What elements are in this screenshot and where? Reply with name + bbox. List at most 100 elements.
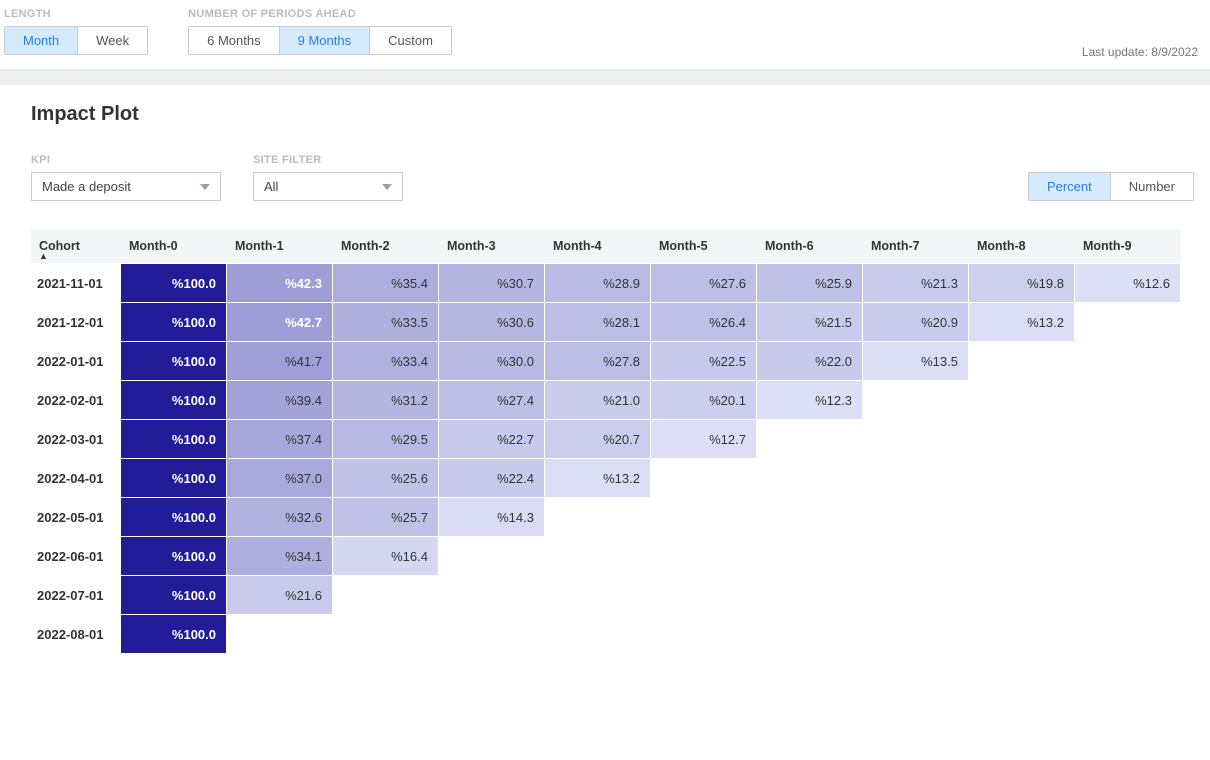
heatmap-cell: %14.3 xyxy=(439,498,545,537)
empty-cell xyxy=(969,459,1075,498)
heatmap-cell: %12.3 xyxy=(757,381,863,420)
page-title: Impact Plot xyxy=(31,103,1202,126)
heatmap-cell: %39.4 xyxy=(227,381,333,420)
empty-cell xyxy=(1075,420,1181,459)
empty-cell xyxy=(969,420,1075,459)
heatmap-cell: %13.2 xyxy=(969,303,1075,342)
empty-cell xyxy=(969,381,1075,420)
kpi-label: KPI xyxy=(31,154,221,166)
heatmap-cell: %20.1 xyxy=(651,381,757,420)
periods-label: NUMBER OF PERIODS AHEAD xyxy=(188,8,452,20)
cohort-cell: 2022-02-01 xyxy=(31,381,121,420)
heatmap-cell: %22.7 xyxy=(439,420,545,459)
heatmap-header-row: Cohort▲Month-0Month-1Month-2Month-3Month… xyxy=(31,229,1181,264)
empty-cell xyxy=(651,498,757,537)
length-label: LENGTH xyxy=(4,8,148,20)
length-option[interactable]: Month xyxy=(5,27,78,54)
column-header[interactable]: Month-0 xyxy=(121,229,227,264)
empty-cell xyxy=(863,420,969,459)
cohort-cell: 2022-01-01 xyxy=(31,342,121,381)
empty-cell xyxy=(1075,381,1181,420)
divider-strip xyxy=(0,71,1210,85)
length-segmented: MonthWeek xyxy=(4,26,148,55)
view-option[interactable]: Percent xyxy=(1029,173,1111,200)
heatmap-cell: %13.2 xyxy=(545,459,651,498)
empty-cell xyxy=(863,498,969,537)
empty-cell xyxy=(651,459,757,498)
periods-option[interactable]: 6 Months xyxy=(189,27,279,54)
heatmap-cell: %20.7 xyxy=(545,420,651,459)
site-filter: SITE FILTER All xyxy=(253,154,403,201)
heatmap-cell: %27.8 xyxy=(545,342,651,381)
empty-cell xyxy=(863,615,969,654)
heatmap-cell: %41.7 xyxy=(227,342,333,381)
empty-cell xyxy=(651,615,757,654)
table-row: 2022-07-01%100.0%21.6 xyxy=(31,576,1181,615)
kpi-dropdown[interactable]: Made a deposit xyxy=(31,172,221,201)
periods-option[interactable]: Custom xyxy=(370,27,451,54)
view-segmented: PercentNumber xyxy=(1028,172,1194,201)
periods-group: NUMBER OF PERIODS AHEAD 6 Months9 Months… xyxy=(188,8,452,55)
heatmap-cell: %100.0 xyxy=(121,498,227,537)
heatmap-cell: %30.0 xyxy=(439,342,545,381)
heatmap-cell: %21.0 xyxy=(545,381,651,420)
heatmap-cell: %34.1 xyxy=(227,537,333,576)
heatmap-cell: %100.0 xyxy=(121,576,227,615)
heatmap-cell: %35.4 xyxy=(333,264,439,303)
heatmap-cell: %28.1 xyxy=(545,303,651,342)
empty-cell xyxy=(969,342,1075,381)
empty-cell xyxy=(333,615,439,654)
cohort-cell: 2022-07-01 xyxy=(31,576,121,615)
cohort-header[interactable]: Cohort▲ xyxy=(31,229,121,264)
empty-cell xyxy=(227,615,333,654)
heatmap-cell: %16.4 xyxy=(333,537,439,576)
table-row: 2022-03-01%100.0%37.4%29.5%22.7%20.7%12.… xyxy=(31,420,1181,459)
length-option[interactable]: Week xyxy=(78,27,147,54)
heatmap-cell: %37.0 xyxy=(227,459,333,498)
heatmap-cell: %31.2 xyxy=(333,381,439,420)
heatmap-cell: %28.9 xyxy=(545,264,651,303)
column-header[interactable]: Month-7 xyxy=(863,229,969,264)
empty-cell xyxy=(1075,615,1181,654)
heatmap-cell: %100.0 xyxy=(121,381,227,420)
empty-cell xyxy=(757,615,863,654)
column-header[interactable]: Month-8 xyxy=(969,229,1075,264)
heatmap-cell: %21.6 xyxy=(227,576,333,615)
cohort-cell: 2022-05-01 xyxy=(31,498,121,537)
cohort-cell: 2022-04-01 xyxy=(31,459,121,498)
empty-cell xyxy=(757,537,863,576)
heatmap-cell: %22.5 xyxy=(651,342,757,381)
cohort-cell: 2021-11-01 xyxy=(31,264,121,304)
heatmap-cell: %21.5 xyxy=(757,303,863,342)
heatmap-cell: %25.6 xyxy=(333,459,439,498)
column-header[interactable]: Month-1 xyxy=(227,229,333,264)
empty-cell xyxy=(439,615,545,654)
kpi-value: Made a deposit xyxy=(42,179,131,194)
heatmap-cell: %12.6 xyxy=(1075,264,1181,303)
column-header[interactable]: Month-9 xyxy=(1075,229,1181,264)
heatmap-cell: %33.4 xyxy=(333,342,439,381)
view-option[interactable]: Number xyxy=(1111,173,1193,200)
empty-cell xyxy=(1075,537,1181,576)
empty-cell xyxy=(969,498,1075,537)
periods-option[interactable]: 9 Months xyxy=(280,27,370,54)
empty-cell xyxy=(439,576,545,615)
empty-cell xyxy=(969,615,1075,654)
site-dropdown[interactable]: All xyxy=(253,172,403,201)
empty-cell xyxy=(545,498,651,537)
column-header[interactable]: Month-3 xyxy=(439,229,545,264)
filters-row: KPI Made a deposit SITE FILTER All Perce… xyxy=(31,154,1202,201)
empty-cell xyxy=(863,459,969,498)
empty-cell xyxy=(757,459,863,498)
empty-cell xyxy=(545,576,651,615)
column-header[interactable]: Month-5 xyxy=(651,229,757,264)
column-header[interactable]: Month-6 xyxy=(757,229,863,264)
heatmap-cell: %13.5 xyxy=(863,342,969,381)
heatmap-cell: %29.5 xyxy=(333,420,439,459)
column-header[interactable]: Month-2 xyxy=(333,229,439,264)
heatmap-cell: %100.0 xyxy=(121,264,227,303)
heatmap-cell: %22.0 xyxy=(757,342,863,381)
column-header[interactable]: Month-4 xyxy=(545,229,651,264)
heatmap-cell: %25.7 xyxy=(333,498,439,537)
empty-cell xyxy=(969,576,1075,615)
